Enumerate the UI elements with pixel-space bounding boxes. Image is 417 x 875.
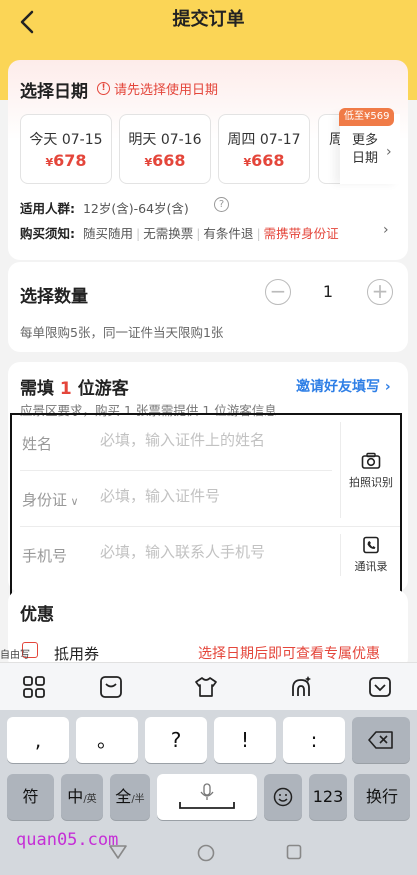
date-warning: ! 请先选择使用日期 bbox=[97, 79, 218, 98]
alert-icon: ! bbox=[97, 82, 110, 95]
collapse-keyboard-icon[interactable] bbox=[368, 675, 392, 699]
date-option-thursday[interactable]: 周四 07-17 ¥668 bbox=[218, 114, 310, 184]
divider bbox=[340, 534, 341, 576]
key-exclaim[interactable]: ! bbox=[214, 717, 276, 763]
key-chinese-english[interactable]: 中/英 bbox=[61, 774, 103, 820]
backspace-key[interactable] bbox=[352, 717, 410, 763]
microphone-icon bbox=[179, 783, 235, 809]
id-number-input[interactable] bbox=[100, 487, 330, 505]
space-key[interactable] bbox=[157, 774, 257, 820]
key-numbers[interactable]: 123 bbox=[309, 774, 347, 820]
chevron-down-icon: ∨ bbox=[67, 495, 79, 508]
nav-recent-icon[interactable] bbox=[286, 844, 302, 860]
watermark: quan05.com bbox=[16, 830, 119, 850]
emoji-icon bbox=[273, 787, 293, 807]
phone-label: 手机号 bbox=[22, 547, 68, 565]
decrease-button[interactable]: − bbox=[265, 279, 291, 305]
quantity-value: 1 bbox=[322, 282, 334, 301]
divider bbox=[340, 422, 341, 518]
date-option-tomorrow[interactable]: 明天 07-16 ¥668 bbox=[119, 114, 211, 184]
quantity-note: 每单限购5张，同一证件当天限购1张 bbox=[20, 325, 224, 340]
ai-assistant-icon[interactable] bbox=[289, 675, 313, 699]
key-full-half[interactable]: 全/半 bbox=[110, 774, 150, 820]
self-write-label: 自由写 bbox=[0, 650, 30, 661]
promo-title: 优惠 bbox=[20, 605, 54, 625]
invite-friend-link[interactable]: 邀请好友填写 › bbox=[296, 376, 391, 396]
key-colon[interactable]: : bbox=[283, 717, 345, 763]
name-input[interactable] bbox=[100, 431, 330, 449]
emoji-key[interactable] bbox=[264, 774, 302, 820]
date-option-today[interactable]: 今天 07-15 ¥678 bbox=[20, 114, 112, 184]
contacts-button[interactable]: 通讯录 bbox=[344, 536, 398, 574]
nav-home-icon[interactable] bbox=[197, 844, 215, 862]
help-icon[interactable]: ? bbox=[214, 197, 229, 212]
phone-book-icon bbox=[363, 536, 379, 554]
purchase-notice[interactable]: 购买须知: 随买随用 | 无需换票 | 有条件退 | 需携带身份证 bbox=[20, 223, 339, 242]
key-symbols[interactable]: 符 bbox=[7, 774, 54, 820]
date-section-title: 选择日期 bbox=[20, 82, 88, 102]
apps-grid-icon[interactable] bbox=[22, 675, 46, 699]
coupon-label: 抵用券 bbox=[54, 645, 100, 663]
quantity-title: 选择数量 bbox=[20, 287, 88, 307]
photo-recognize-button[interactable]: 拍照识别 bbox=[344, 452, 398, 490]
page-title: 提交订单 bbox=[172, 9, 245, 30]
id-type-select[interactable]: 身份证 ∨ bbox=[22, 489, 79, 510]
key-question[interactable]: ? bbox=[145, 717, 207, 763]
visitor-title: 需填 1 位游客 bbox=[20, 379, 129, 399]
chevron-right-icon: › bbox=[386, 144, 392, 160]
coupon-note[interactable]: 选择日期后即可查看专属优惠 bbox=[198, 643, 380, 663]
phone-input[interactable] bbox=[100, 543, 330, 561]
key-enter[interactable]: 换行 bbox=[354, 774, 410, 820]
divider bbox=[20, 526, 400, 527]
sticker-icon[interactable] bbox=[99, 675, 123, 699]
camera-icon bbox=[361, 452, 381, 469]
low-price-badge: 低至¥569 bbox=[339, 108, 395, 126]
key-comma[interactable]: , bbox=[7, 717, 69, 763]
increase-button[interactable]: + bbox=[367, 279, 393, 305]
keyboard-toolbar bbox=[0, 662, 417, 710]
crowd-info: 适用人群: 12岁(含)-64岁(含) bbox=[20, 201, 189, 216]
chevron-right-icon: › bbox=[383, 222, 389, 238]
key-period[interactable]: 。 bbox=[76, 717, 138, 763]
name-label: 姓名 bbox=[22, 435, 53, 453]
divider bbox=[20, 470, 332, 471]
backspace-icon bbox=[368, 731, 393, 749]
skin-shirt-icon[interactable] bbox=[194, 675, 218, 699]
